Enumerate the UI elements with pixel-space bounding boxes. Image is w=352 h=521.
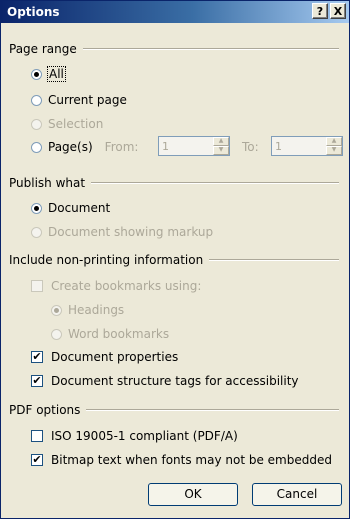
checkmark-icon[interactable]: ✔ <box>31 454 43 466</box>
to-label: To: <box>242 140 259 154</box>
page-range-group: Page range <box>9 41 339 57</box>
options-dialog: Options ? X Page range All Current page … <box>0 0 350 519</box>
iso-label: ISO 19005-1 compliant (PDF/A) <box>51 429 238 443</box>
cancel-button[interactable]: Cancel <box>252 483 342 506</box>
divider <box>209 259 339 261</box>
radio-button[interactable] <box>31 202 42 214</box>
from-value: 1 <box>162 140 169 153</box>
publish-what-header: Publish what <box>9 176 86 190</box>
non-printing-header: Include non-printing information <box>9 253 204 267</box>
radio-headings: Headings <box>51 301 124 319</box>
page-range-header: Page range <box>9 42 77 56</box>
radio-pages-label: Page(s) <box>48 140 93 154</box>
radio-pages[interactable]: Page(s) From: <box>31 138 138 156</box>
radio-button <box>31 118 42 130</box>
doc-properties-label: Document properties <box>51 350 179 364</box>
bitmap-text-label: Bitmap text when fonts may not be embedd… <box>51 453 332 467</box>
checkmark-icon[interactable]: ✔ <box>31 375 43 387</box>
pdf-options-header: PDF options <box>9 403 81 417</box>
create-bookmarks-checkbox: Create bookmarks using: <box>31 277 201 295</box>
divider <box>91 182 339 184</box>
help-button[interactable]: ? <box>312 3 328 19</box>
checkbox <box>31 280 43 292</box>
publish-what-group: Publish what <box>9 175 339 191</box>
radio-current-page-label: Current page <box>48 93 127 107</box>
radio-word-bookmarks-label: Word bookmarks <box>68 327 170 341</box>
radio-document-markup-label: Document showing markup <box>48 225 214 239</box>
radio-all-label: All <box>47 66 66 82</box>
checkmark-icon[interactable]: ✔ <box>31 351 43 363</box>
radio-word-bookmarks: Word bookmarks <box>51 325 169 343</box>
radio-headings-label: Headings <box>68 303 125 317</box>
radio-all[interactable]: All <box>31 65 66 83</box>
window-title: Options <box>7 5 60 19</box>
spin-down-icon: ▼ <box>326 146 342 155</box>
spin-up-icon: ▲ <box>213 137 229 146</box>
ok-button[interactable]: OK <box>148 483 238 506</box>
create-bookmarks-label: Create bookmarks using: <box>51 279 202 293</box>
radio-current-page[interactable]: Current page <box>31 91 127 109</box>
radio-button <box>51 328 62 340</box>
radio-selection-label: Selection <box>48 117 104 131</box>
spin-up-icon: ▲ <box>326 137 342 146</box>
radio-button <box>51 304 62 316</box>
title-bar[interactable]: Options ? X <box>1 1 349 23</box>
radio-button[interactable] <box>31 68 42 80</box>
radio-document[interactable]: Document <box>31 199 110 217</box>
to-value: 1 <box>275 140 282 153</box>
non-printing-group: Include non-printing information <box>9 252 339 268</box>
radio-button <box>31 226 42 238</box>
checkbox[interactable] <box>31 430 43 442</box>
structure-tags-label: Document structure tags for accessibilit… <box>51 374 299 388</box>
from-spinner: 1 ▲ ▼ <box>158 136 230 156</box>
pdf-options-group: PDF options <box>9 402 339 418</box>
to-spinner: 1 ▲ ▼ <box>271 136 343 156</box>
divider <box>82 48 339 50</box>
divider <box>86 409 339 411</box>
radio-selection: Selection <box>31 115 103 133</box>
doc-properties-checkbox[interactable]: ✔ Document properties <box>31 348 178 366</box>
close-button[interactable]: X <box>330 3 346 19</box>
radio-button[interactable] <box>31 141 42 153</box>
iso-checkbox[interactable]: ISO 19005-1 compliant (PDF/A) <box>31 427 238 445</box>
radio-document-markup: Document showing markup <box>31 223 213 241</box>
structure-tags-checkbox[interactable]: ✔ Document structure tags for accessibil… <box>31 372 299 390</box>
radio-button[interactable] <box>31 94 42 106</box>
bitmap-text-checkbox[interactable]: ✔ Bitmap text when fonts may not be embe… <box>31 451 332 469</box>
spin-down-icon: ▼ <box>213 146 229 155</box>
radio-document-label: Document <box>48 201 111 215</box>
from-label: From: <box>104 140 139 154</box>
